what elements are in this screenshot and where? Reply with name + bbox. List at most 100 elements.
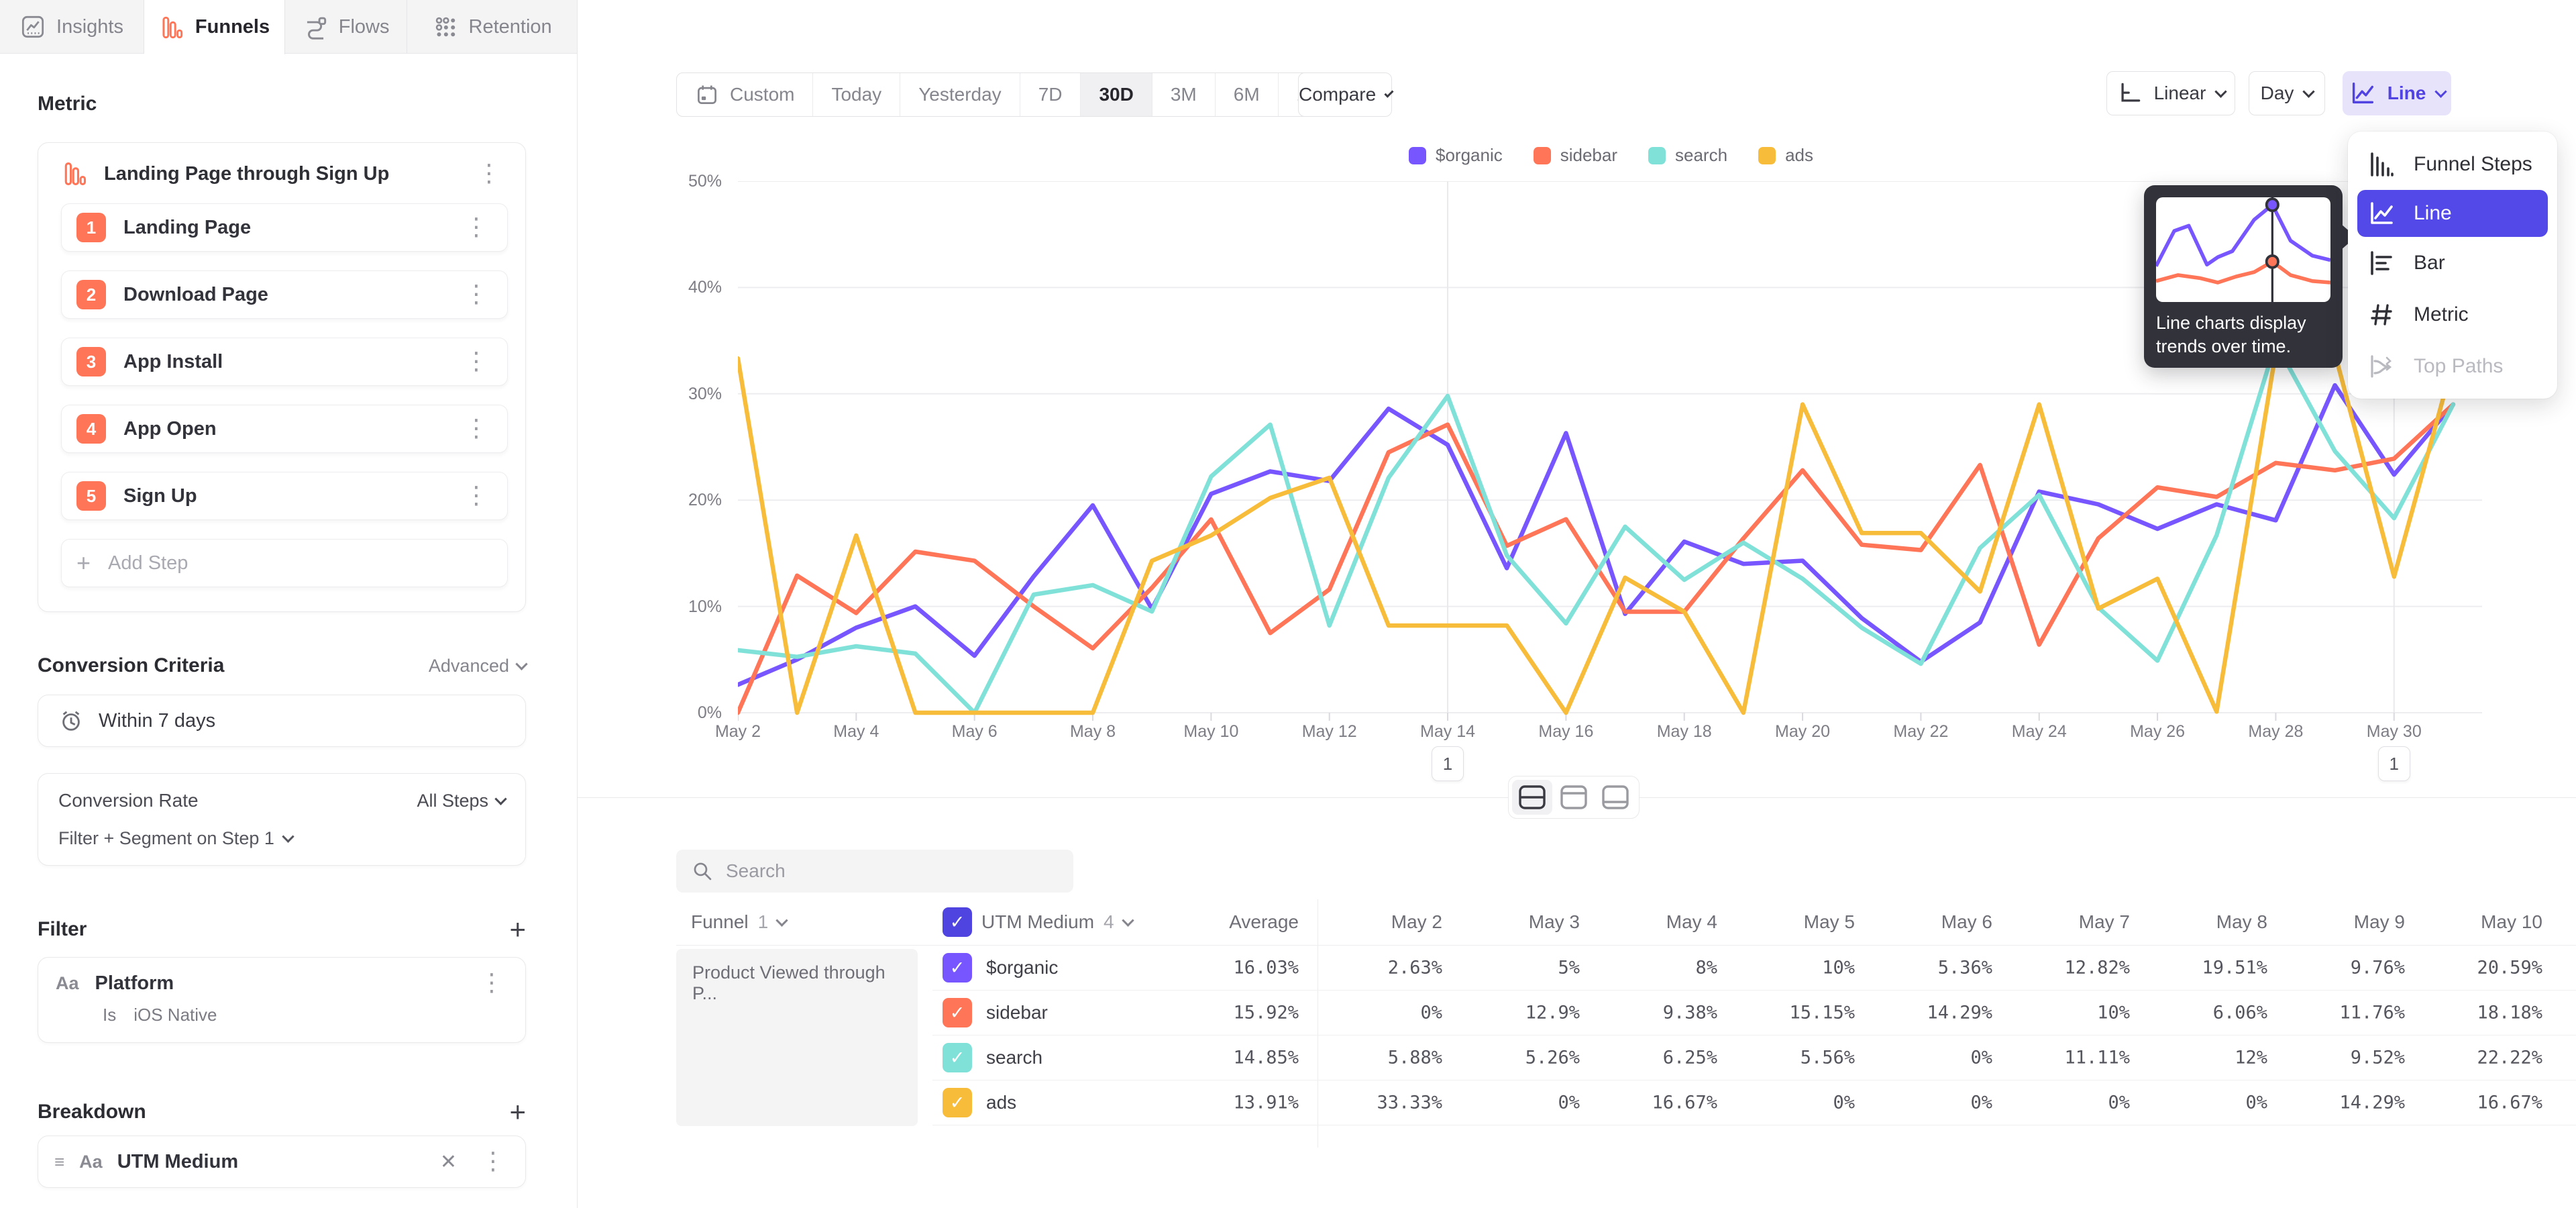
tab-retention[interactable]: Retention	[407, 0, 577, 54]
breakdown-utm-card[interactable]: ≡ Aa UTM Medium ✕ ⋮	[38, 1136, 526, 1188]
search-input[interactable]	[726, 860, 1059, 882]
range-yesterday[interactable]: Yesterday	[900, 73, 1020, 116]
cell-value: 11.76%	[2339, 1003, 2405, 1023]
x-axis-tick: May 24	[2012, 722, 2067, 742]
kebab-menu-icon[interactable]: ⋮	[460, 484, 492, 508]
cell-value: 16.67%	[1652, 1093, 1717, 1113]
segment-name: search	[986, 1047, 1042, 1068]
tab-flows[interactable]: Flows	[285, 0, 407, 54]
scale-dropdown[interactable]: Linear	[2106, 71, 2235, 115]
row-checkbox[interactable]: ✓	[943, 1043, 972, 1072]
filter-segment-dropdown[interactable]: Filter + Segment on Step 1	[58, 828, 505, 849]
kebab-menu-icon[interactable]: ⋮	[476, 971, 508, 995]
conversion-window-value: Within 7 days	[99, 710, 215, 732]
range-30d[interactable]: 30D	[1081, 73, 1152, 116]
row-checkbox[interactable]: ✓	[943, 953, 972, 983]
tab-funnels[interactable]: Funnels	[144, 0, 285, 54]
legend-item[interactable]: $organic	[1409, 145, 1503, 166]
filter-platform-card[interactable]: Aa Platform ⋮ Is iOS Native	[38, 957, 526, 1043]
add-filter-button[interactable]: +	[509, 915, 526, 944]
cell-value: 9.38%	[1663, 1003, 1717, 1023]
x-axis-tick: May 4	[833, 722, 879, 742]
date-column-header: May 8	[2216, 911, 2267, 933]
row-checkbox[interactable]: ✓	[943, 1088, 972, 1117]
table-row: ✓sidebar15.92%0%12.9%9.38%15.15%14.29%10…	[932, 991, 2576, 1036]
funnel-step[interactable]: 2Download Page⋮	[61, 270, 508, 319]
cell-value: 10%	[1822, 958, 1855, 978]
select-all-checkbox[interactable]: ✓	[943, 907, 972, 937]
close-icon[interactable]: ✕	[435, 1150, 462, 1174]
funnel-step[interactable]: 3App Install⋮	[61, 338, 508, 386]
row-checkbox[interactable]: ✓	[943, 998, 972, 1027]
cell-value: 33.33%	[1377, 1093, 1442, 1113]
legend-item[interactable]: search	[1648, 145, 1727, 166]
date-column-header: May 10	[2481, 911, 2542, 933]
conversion-window-card[interactable]: Within 7 days	[38, 695, 526, 747]
legend-label: ads	[1785, 145, 1813, 166]
layout-table-only-button[interactable]	[1595, 780, 1635, 815]
breakdown-column-header[interactable]: ✓ UTM Medium 4	[943, 907, 1132, 937]
chevron-down-icon	[494, 793, 506, 805]
cell-value: 8%	[1695, 958, 1717, 978]
chart-type-dropdown[interactable]: Line	[2343, 71, 2451, 115]
annotation-badge[interactable]: 1	[2378, 746, 2410, 781]
range-today[interactable]: Today	[813, 73, 900, 116]
kebab-menu-icon[interactable]: ⋮	[460, 350, 492, 374]
date-column-header: May 4	[1666, 911, 1717, 933]
tab-insights[interactable]: Insights	[0, 0, 144, 54]
advanced-dropdown[interactable]: Advanced	[429, 656, 526, 676]
range-3m[interactable]: 3M	[1152, 73, 1216, 116]
table-search	[676, 850, 1073, 893]
cell-value: 15.15%	[1789, 1003, 1855, 1023]
funnel-step[interactable]: 1Landing Page⋮	[61, 203, 508, 252]
add-step-button[interactable]: +Add Step	[61, 539, 508, 587]
step-label: App Open	[123, 418, 443, 440]
funnel-column-header[interactable]: Funnel 1	[691, 911, 786, 933]
menu-item-funnel-steps[interactable]: Funnel Steps	[2348, 138, 2557, 190]
cell-value: 11.11%	[2064, 1048, 2130, 1068]
kebab-menu-icon[interactable]: ⋮	[460, 417, 492, 441]
y-axis-tick: 30%	[688, 385, 722, 404]
chevron-down-icon	[2303, 85, 2315, 97]
breakdown-property-name: UTM Medium	[117, 1151, 420, 1173]
y-axis-tick: 10%	[688, 597, 722, 617]
line-chart-icon	[2349, 79, 2377, 107]
range-6m[interactable]: 6M	[1216, 73, 1279, 116]
layout-chart-only-button[interactable]	[1554, 780, 1594, 815]
add-breakdown-button[interactable]: +	[509, 1098, 526, 1126]
breakdown-heading: Breakdown	[38, 1101, 146, 1123]
date-column-header: May 2	[1391, 911, 1442, 933]
funnel-step[interactable]: 4App Open⋮	[61, 405, 508, 453]
all-steps-dropdown[interactable]: All Steps	[417, 791, 505, 811]
x-axis-tick: May 16	[1538, 722, 1593, 742]
menu-item-label: Line	[2414, 202, 2452, 225]
tab-label: Retention	[469, 16, 552, 38]
legend-item[interactable]: ads	[1758, 145, 1813, 166]
chevron-down-icon	[515, 658, 527, 670]
granularity-dropdown[interactable]: Day	[2249, 71, 2325, 115]
chevron-down-icon	[2215, 85, 2227, 97]
chevron-down-icon	[1122, 914, 1134, 926]
compare-button[interactable]: Compare	[1298, 72, 1392, 117]
cell-value: 19.51%	[2202, 958, 2267, 978]
legend-item[interactable]: sidebar	[1534, 145, 1617, 166]
layout-split-button[interactable]	[1512, 780, 1552, 815]
kebab-menu-icon[interactable]: ⋮	[473, 162, 505, 186]
menu-item-line[interactable]: Line	[2357, 190, 2548, 237]
x-axis-tick: May 30	[2367, 722, 2422, 742]
cell-value: 5.88%	[1388, 1048, 1442, 1068]
kebab-menu-icon[interactable]: ⋮	[477, 1150, 509, 1174]
menu-item-metric[interactable]: Metric	[2348, 289, 2557, 340]
chart-legend: $organic sidebar search ads	[1409, 145, 1813, 166]
chart-type-menu: Funnel StepsLineBarMetricTop Paths	[2348, 132, 2557, 399]
menu-item-bar[interactable]: Bar	[2348, 237, 2557, 289]
cell-value: 14.29%	[2339, 1093, 2405, 1113]
drag-handle-icon[interactable]: ≡	[54, 1152, 64, 1172]
range-7d[interactable]: 7D	[1020, 73, 1081, 116]
kebab-menu-icon[interactable]: ⋮	[460, 283, 492, 307]
funnel-step[interactable]: 5Sign Up⋮	[61, 472, 508, 520]
annotation-badge[interactable]: 1	[1432, 746, 1464, 781]
range-custom[interactable]: Custom	[677, 73, 813, 116]
linear-axis-icon	[2116, 80, 2143, 107]
kebab-menu-icon[interactable]: ⋮	[460, 215, 492, 240]
